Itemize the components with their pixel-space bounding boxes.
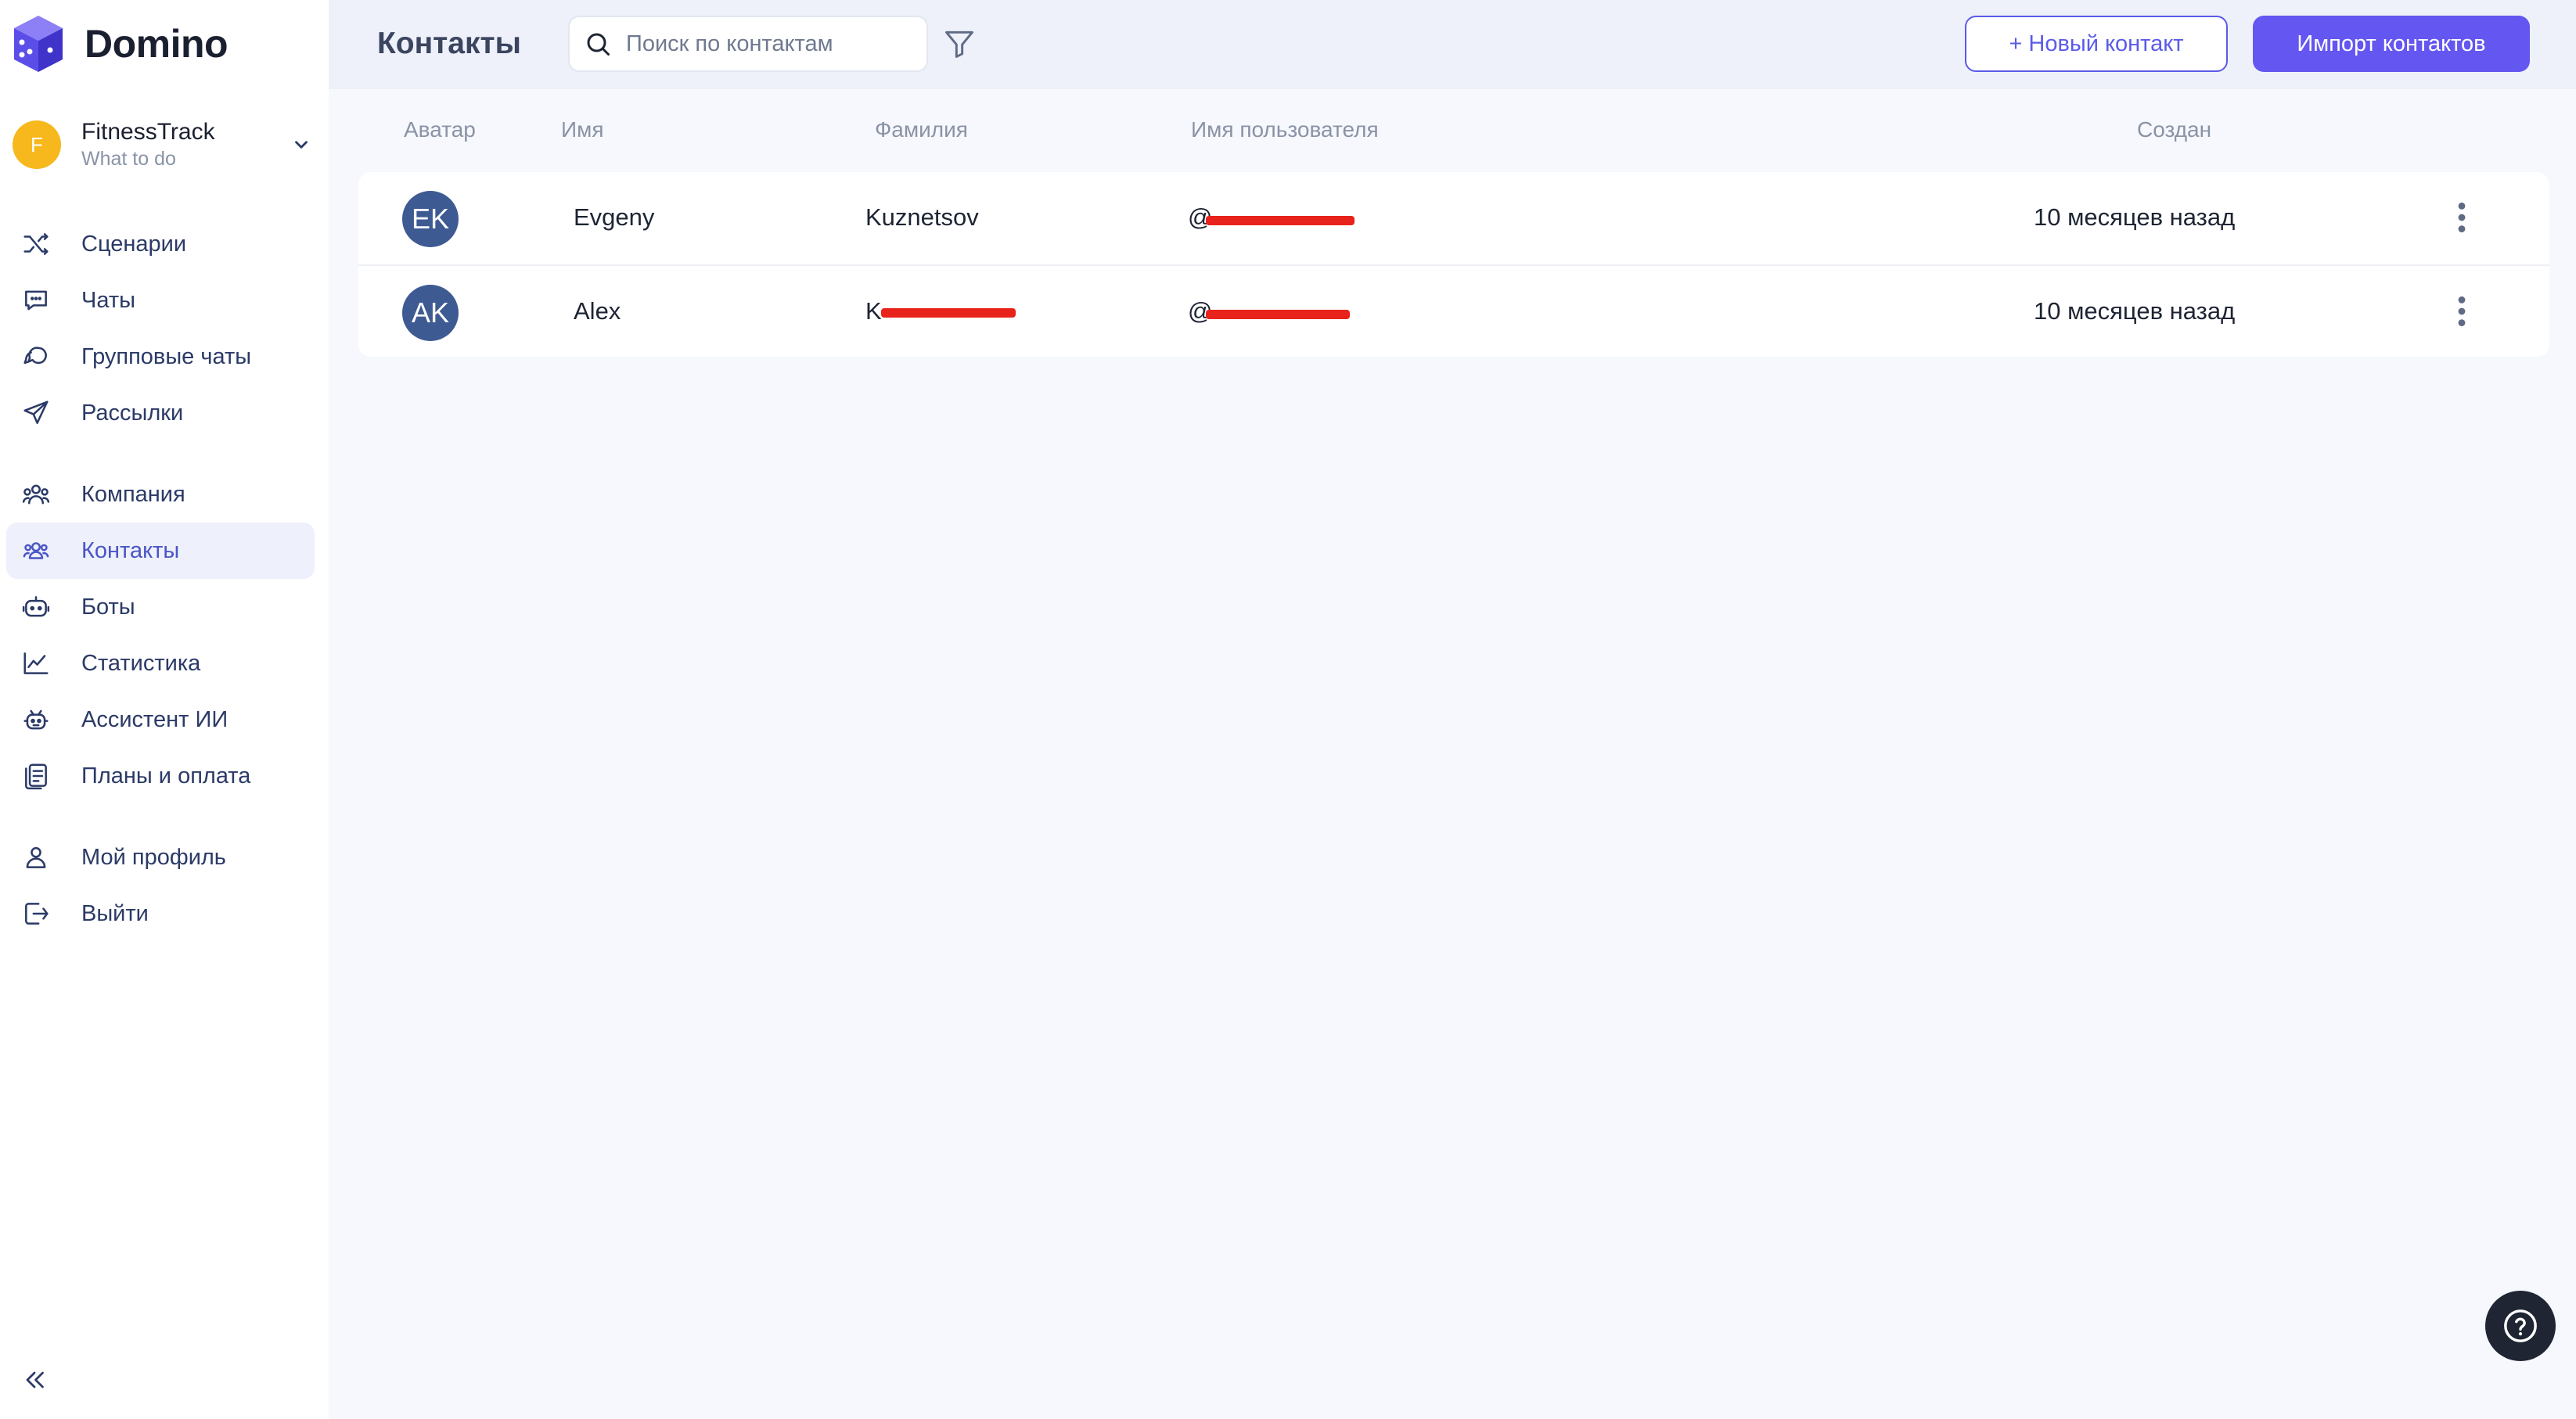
sidebar-item-bots[interactable]: Боты [6, 579, 315, 635]
sidebar-item-label: Компания [81, 481, 185, 507]
import-contacts-button[interactable]: Импорт контактов [2253, 16, 2530, 72]
column-header-last-name[interactable]: Фамилия [875, 117, 968, 142]
chart-icon [20, 648, 52, 679]
redaction-mark [881, 308, 1016, 318]
domino-logo-icon [14, 16, 63, 72]
sidebar-item-billing[interactable]: Планы и оплата [6, 748, 315, 804]
more-actions-icon[interactable] [2446, 294, 2477, 329]
avatar: EK [402, 191, 459, 247]
bot-icon [20, 591, 52, 623]
column-header-avatar: Аватар [404, 117, 476, 142]
sidebar-item-mailings[interactable]: Рассылки [6, 385, 315, 441]
sidebar-item-label: Выйти [81, 900, 149, 926]
sidebar-item-statistics[interactable]: Статистика [6, 635, 315, 692]
sidebar: Domino F FitnessTrack What to do Сценари… [0, 0, 329, 1419]
contacts-table: EK Evgeny Kuznetsov @ 10 месяцев назад A… [358, 172, 2549, 357]
column-header-first-name[interactable]: Имя [561, 117, 604, 142]
first-name-cell: Alex [574, 297, 621, 325]
search-box[interactable] [568, 16, 928, 72]
profile-icon [20, 842, 52, 873]
first-name-cell: Evgeny [574, 203, 655, 231]
sidebar-item-label: Статистика [81, 650, 201, 676]
sidebar-item-label: Боты [81, 594, 135, 620]
app-name: Domino [85, 22, 228, 66]
workspace-avatar: F [13, 120, 61, 169]
created-cell: 10 месяцев назад [2034, 203, 2236, 231]
workspace-switcher[interactable]: F FitnessTrack What to do [13, 117, 318, 172]
sidebar-item-label: Планы и оплата [81, 763, 251, 789]
main-content: Контакты + Новый контакт Импорт контакто… [329, 0, 2576, 1419]
sidebar-item-logout[interactable]: Выйти [6, 886, 315, 942]
shuffle-icon [20, 228, 52, 260]
sidebar-item-ai-assistant[interactable]: Ассистент ИИ [6, 692, 315, 748]
column-header-created[interactable]: Создан [2137, 117, 2211, 142]
logo[interactable]: Domino [13, 14, 228, 74]
table-row[interactable]: EK Evgeny Kuznetsov @ 10 месяцев назад [358, 172, 2549, 264]
last-name-cell: Kuznetsov [865, 203, 979, 231]
more-actions-icon[interactable] [2446, 200, 2477, 235]
ai-assistant-icon [20, 704, 52, 735]
table-row[interactable]: AK Alex K @ 10 месяцев назад [358, 264, 2549, 357]
chevron-down-icon [295, 141, 308, 149]
sidebar-item-scenarios[interactable]: Сценарии [6, 216, 315, 272]
logout-icon [20, 898, 52, 929]
sidebar-item-company[interactable]: Компания [6, 466, 315, 523]
sidebar-item-contacts[interactable]: Контакты [6, 523, 315, 579]
sidebar-item-label: Контакты [81, 537, 180, 563]
workspace-name: FitnessTrack [81, 119, 215, 145]
send-icon [20, 397, 52, 429]
group-chat-icon [20, 341, 52, 372]
collapse-sidebar-icon[interactable] [20, 1366, 49, 1394]
redaction-mark [1206, 310, 1350, 319]
help-icon [2504, 1309, 2537, 1342]
search-input[interactable] [626, 31, 916, 57]
help-button[interactable] [2485, 1291, 2556, 1361]
redaction-mark [1206, 216, 1355, 225]
column-header-username[interactable]: Имя пользователя [1191, 117, 1379, 142]
created-cell: 10 месяцев назад [2034, 297, 2236, 325]
last-name-cell: K [865, 297, 882, 325]
sidebar-item-label: Сценарии [81, 231, 187, 257]
billing-icon [20, 760, 52, 792]
sidebar-item-label: Рассылки [81, 400, 184, 426]
sidebar-item-label: Групповые чаты [81, 343, 252, 369]
workspace-subtitle: What to do [81, 148, 176, 170]
company-icon [20, 479, 52, 510]
header: Контакты + Новый контакт Импорт контакто… [329, 0, 2576, 89]
sidebar-item-group-chats[interactable]: Групповые чаты [6, 329, 315, 385]
sidebar-item-chats[interactable]: Чаты [6, 272, 315, 329]
sidebar-item-label: Ассистент ИИ [81, 706, 228, 732]
filter-icon[interactable] [942, 27, 977, 61]
new-contact-button[interactable]: + Новый контакт [1965, 16, 2228, 72]
sidebar-item-profile[interactable]: Мой профиль [6, 829, 315, 886]
chat-icon [20, 285, 52, 316]
avatar: AK [402, 285, 459, 341]
table-header: Аватар Имя Фамилия Имя пользователя Созд… [329, 110, 2576, 153]
sidebar-item-label: Мой профиль [81, 844, 226, 870]
contacts-icon [20, 535, 52, 566]
page-title: Контакты [377, 27, 521, 60]
search-icon [587, 33, 610, 56]
sidebar-item-label: Чаты [81, 287, 135, 313]
